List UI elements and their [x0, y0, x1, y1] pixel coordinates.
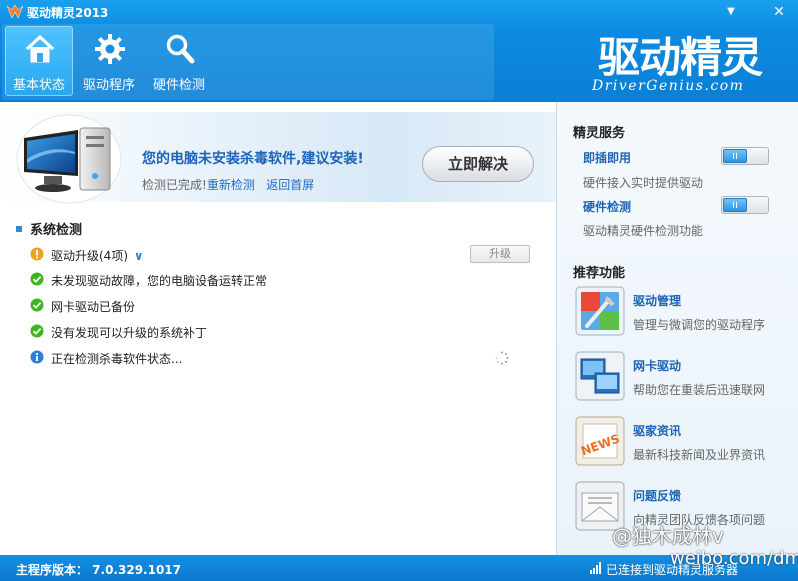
plug-and-play-label: 即插即用	[583, 151, 632, 165]
fix-now-button[interactable]: 立即解决	[422, 146, 534, 182]
check-row-text: 正在检测杀毒软件状态...	[51, 352, 183, 366]
watermark-handle: @独木成林v	[612, 524, 724, 548]
close-button[interactable]: ✕	[768, 2, 790, 22]
chevron-down-icon[interactable]: ∨	[134, 249, 144, 263]
feature-news[interactable]: NEWS 驱家资讯 最新科技新闻及业界资讯	[575, 416, 795, 468]
feature-name: 问题反馈	[633, 489, 682, 503]
check-row-system-patches: 没有发现可以升级的系统补丁	[30, 322, 540, 342]
brand-subtitle: DriverGenius.com	[592, 78, 745, 94]
check-row-text: 网卡驱动已备份	[51, 300, 136, 314]
check-row-driver-upgrade: 驱动升级(4项) ∨ 升级	[30, 245, 540, 265]
scan-status-line: 检测已完成!重新检测 返回首屏	[142, 176, 314, 193]
signal-icon	[590, 562, 601, 574]
svg-text:驱动精灵: 驱动精灵	[598, 33, 763, 80]
check-row-nic-backup: 网卡驱动已备份	[30, 296, 540, 316]
check-row-text: 驱动升级(4项) ∨	[51, 247, 144, 264]
check-row-driver-faults: 未发现驱动故障，您的电脑设备运转正常	[30, 270, 540, 290]
check-row-text: 没有发现可以升级的系统补丁	[51, 326, 208, 340]
hardware-check-toggle[interactable]	[721, 196, 769, 214]
feature-desc: 最新科技新闻及业界资讯	[633, 448, 766, 462]
home-icon	[25, 35, 55, 63]
tab-label: 驱动程序	[82, 78, 135, 93]
plug-and-play-toggle[interactable]	[721, 147, 769, 165]
tab-drivers[interactable]: 驱动程序	[75, 26, 143, 96]
plug-and-play-desc: 硬件接入实时提供驱动	[583, 176, 704, 190]
program-version: 主程序版本： 7.0.329.1017	[16, 563, 182, 577]
feature-name: 驱动管理	[633, 294, 682, 308]
window-title: 驱动精灵2013	[27, 6, 109, 20]
tab-basic-status[interactable]: 基本状态	[5, 26, 73, 96]
loading-spinner-icon	[495, 351, 509, 365]
recommend-header: 推荐功能	[573, 266, 626, 281]
upgrade-button[interactable]: 升级	[470, 245, 530, 263]
side-panel: 精灵服务 即插即用 硬件接入实时提供驱动 硬件检测 驱动精灵硬件检测功能 推荐功…	[556, 102, 798, 555]
hardware-check-label: 硬件检测	[583, 200, 632, 214]
back-home-link[interactable]: 返回首屏	[266, 178, 314, 192]
feature-nic-driver[interactable]: 网卡驱动 帮助您在重装后迅速联网	[575, 351, 795, 403]
feature-name: 网卡驱动	[633, 359, 682, 373]
watermark-url: weibo.com/dmcl	[670, 548, 798, 569]
warning-icon	[30, 247, 44, 261]
toggle-knob	[723, 149, 747, 163]
brand-logo: 驱动精灵	[598, 33, 764, 80]
tab-label: 硬件检测	[152, 78, 205, 93]
recheck-link[interactable]: 重新检测	[207, 178, 255, 192]
header: 驱动精灵2013 ▼ ✕ 基本状态 驱动程序 硬件检测 驱动精灵 DriverG…	[0, 0, 798, 102]
title-bar: 驱动精灵2013 ▼ ✕	[0, 0, 798, 24]
magnifier-icon	[166, 34, 195, 64]
tab-label: 基本状态	[12, 78, 65, 93]
section-title: 系统检测	[30, 223, 83, 238]
check-icon	[30, 272, 44, 286]
minimize-button[interactable]: ▼	[720, 2, 742, 22]
feature-desc: 帮助您在重装后迅速联网	[633, 383, 766, 397]
driver-upgrade-text: 驱动升级(4项)	[51, 249, 128, 263]
antivirus-warning: 您的电脑未安装杀毒软件,建议安装!	[142, 151, 364, 167]
bullet-square-icon	[16, 225, 22, 232]
feature-name: 驱家资讯	[633, 424, 682, 438]
services-header: 精灵服务	[573, 126, 626, 141]
main-panel: 您的电脑未安装杀毒软件,建议安装! 检测已完成!重新检测 返回首屏 立即解决 系…	[0, 102, 556, 555]
app-logo-icon	[6, 4, 24, 19]
network-icon	[575, 351, 625, 401]
gear-icon	[95, 34, 125, 64]
info-icon	[30, 350, 44, 364]
toggle-knob	[723, 198, 747, 212]
computer-illustration-icon	[16, 114, 122, 204]
tools-icon	[575, 286, 625, 336]
check-row-text: 未发现驱动故障，您的电脑设备运转正常	[51, 274, 268, 288]
feature-desc: 管理与微调您的驱动程序	[633, 318, 766, 332]
check-icon	[30, 324, 44, 338]
hardware-check-desc: 驱动精灵硬件检测功能	[583, 224, 704, 238]
status-banner: 您的电脑未安装杀毒软件,建议安装! 检测已完成!重新检测 返回首屏 立即解决	[0, 112, 556, 204]
check-row-antivirus: 正在检测杀毒软件状态...	[30, 348, 540, 368]
tab-hardware-check[interactable]: 硬件检测	[145, 26, 213, 96]
check-icon	[30, 298, 44, 312]
news-icon: NEWS	[575, 416, 625, 466]
scan-complete-text: 检测已完成!	[142, 178, 207, 192]
feature-driver-management[interactable]: 驱动管理 管理与微调您的驱动程序	[575, 286, 795, 338]
system-check-header: 系统检测	[16, 219, 82, 238]
